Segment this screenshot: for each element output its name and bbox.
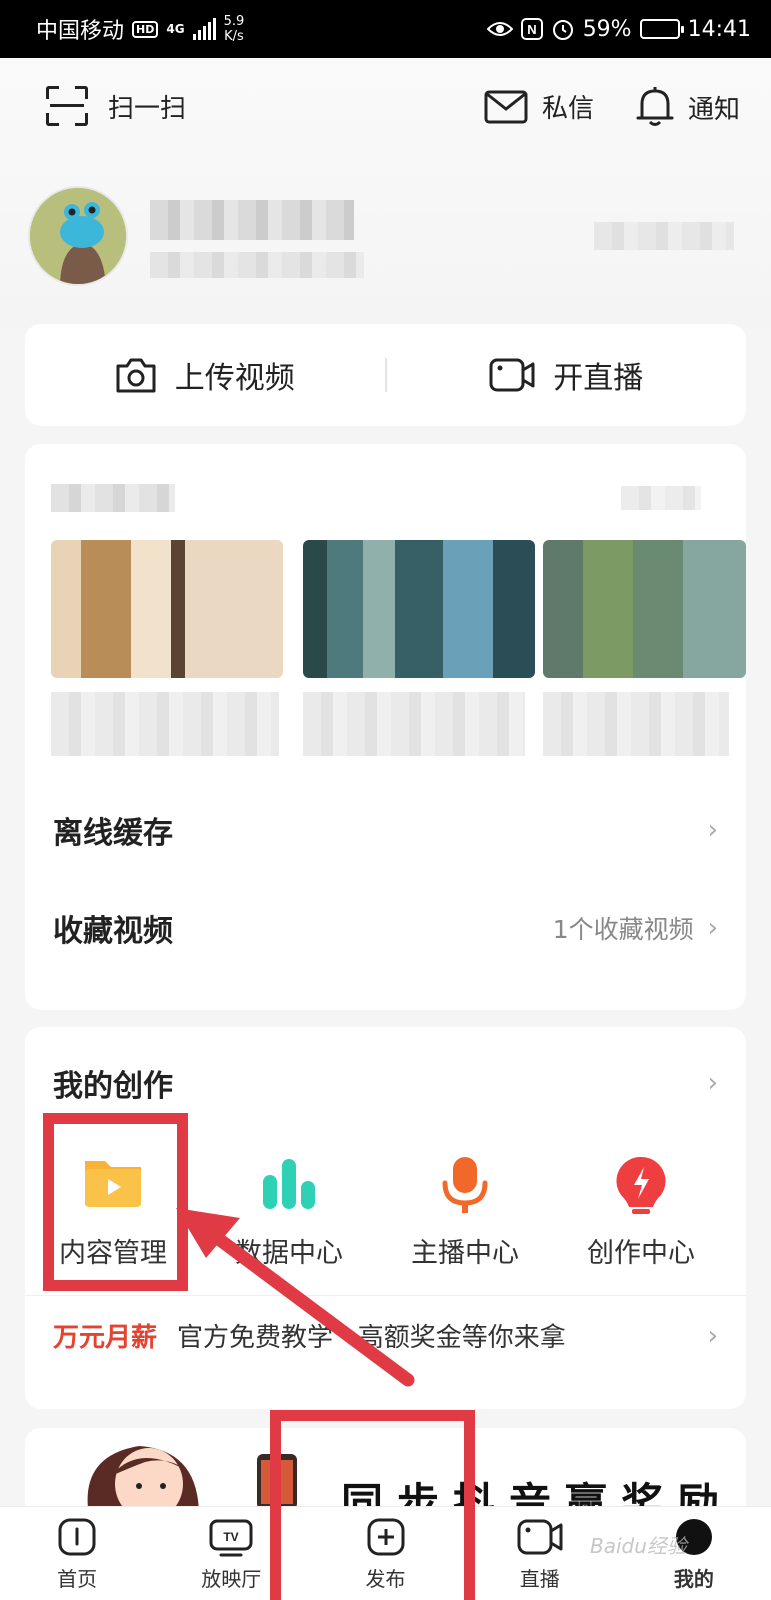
username-blurred: [150, 200, 354, 240]
offline-cache-right: ›: [708, 815, 718, 845]
scan-icon: [46, 86, 88, 126]
highlight-box-publish: [270, 1410, 475, 1600]
avatar-image: [30, 188, 126, 284]
message-label: 私信: [542, 94, 595, 124]
favorites-count: 1个收藏视频: [552, 915, 694, 944]
svg-text:TV: TV: [224, 1530, 239, 1544]
nav-label: 放映厅: [201, 1567, 262, 1591]
offline-cache-label: 离线缓存: [53, 816, 173, 851]
tv-icon: TV: [209, 1519, 253, 1557]
camera-icon: [116, 358, 156, 393]
chevron-right-icon: ›: [707, 913, 718, 943]
promo-text: 官方免费教学 高额奖金等你来拿: [177, 1323, 566, 1353]
battery-icon: [639, 19, 684, 39]
video-camera-icon: [489, 358, 535, 392]
bell-icon: [636, 87, 674, 126]
camera-icon: [517, 1519, 563, 1555]
scan-label: 扫一扫: [108, 93, 187, 124]
nav-home[interactable]: 首页: [0, 1507, 154, 1600]
watermark: Baidu经验: [590, 1534, 687, 1558]
user-stats-blurred: [150, 252, 364, 278]
history-caption-blurred: [303, 692, 525, 756]
history-more-blurred[interactable]: [621, 486, 701, 510]
clock: 14:41: [687, 16, 751, 42]
nav-label: 我的: [673, 1567, 714, 1591]
history-thumbnail[interactable]: [303, 540, 535, 678]
status-right: N 59% 14:41: [486, 16, 751, 42]
history-caption-blurred: [51, 692, 279, 756]
go-live-label: 开直播: [553, 361, 644, 396]
svg-text:N: N: [527, 22, 536, 37]
chevron-right-icon: ›: [707, 1068, 718, 1098]
favorites-label: 收藏视频: [53, 914, 173, 949]
promo-highlight: 万元月薪: [53, 1323, 158, 1353]
tool-label: 主播中心: [411, 1238, 519, 1269]
anchor-center-button[interactable]: 主播中心: [379, 1153, 551, 1270]
notification-label: 通知: [688, 94, 741, 125]
history-caption-blurred: [543, 692, 729, 756]
banner-illustration: [87, 1446, 199, 1508]
profile-link-blurred[interactable]: [594, 222, 734, 250]
envelope-icon: [484, 90, 528, 123]
creator-center-button[interactable]: 创作中心: [555, 1153, 727, 1270]
signal-icon: [192, 18, 216, 40]
hd-badge: HD: [132, 20, 159, 38]
promo-row[interactable]: 万元月薪 官方免费教学 高额奖金等你来拿 ›: [25, 1295, 746, 1375]
status-left: 中国移动 HD 4G 5.9 K/s: [36, 13, 244, 45]
carrier-name: 中国移动: [36, 19, 125, 44]
message-button[interactable]: 私信: [484, 88, 594, 125]
favorites-right: 1个收藏视频 ›: [553, 910, 718, 946]
battery-percent: 59%: [582, 16, 632, 42]
quick-actions-card: 上传视频 开直播: [25, 324, 746, 426]
nav-label: 直播: [519, 1567, 560, 1591]
chevron-right-icon: ›: [707, 815, 718, 845]
my-creation-title: 我的创作: [53, 1069, 173, 1104]
history-title-blurred: [51, 484, 175, 512]
alarm-icon: [552, 20, 573, 40]
top-bar: 扫一扫 私信 通知: [0, 58, 771, 158]
tool-label: 创作中心: [587, 1238, 695, 1269]
lightning-bulb-icon: [609, 1153, 673, 1217]
avatar[interactable]: [28, 186, 128, 286]
notification-button[interactable]: 通知: [636, 86, 740, 128]
favorites-row[interactable]: 收藏视频 1个收藏视频 ›: [25, 888, 746, 968]
scan-button[interactable]: 扫一扫: [46, 86, 186, 126]
library-card: 离线缓存 › 收藏视频 1个收藏视频 ›: [25, 444, 746, 1010]
nav-label: 首页: [57, 1567, 98, 1591]
history-thumbnail[interactable]: [51, 540, 283, 678]
network-speed: 5.9 K/s: [223, 14, 245, 44]
my-creation-header[interactable]: 我的创作 ›: [25, 1043, 746, 1123]
go-live-button[interactable]: 开直播: [387, 353, 747, 397]
network-type: 4G: [166, 22, 185, 36]
upload-video-button[interactable]: 上传视频: [25, 353, 385, 397]
bar-chart-icon: [257, 1153, 321, 1217]
microphone-icon: [433, 1153, 497, 1217]
status-bar: 中国移动 HD 4G 5.9 K/s N 59% 14:41: [0, 0, 771, 58]
upload-video-label: 上传视频: [174, 361, 295, 396]
home-icon: [58, 1518, 96, 1556]
highlight-box-content-management: [43, 1113, 188, 1291]
nfc-icon: N: [520, 18, 543, 40]
offline-cache-row[interactable]: 离线缓存 ›: [25, 790, 746, 870]
history-thumbnail[interactable]: [543, 540, 746, 678]
data-center-button[interactable]: 数据中心: [203, 1153, 375, 1270]
chevron-right-icon: ›: [707, 1320, 718, 1351]
eye-icon: [486, 22, 513, 36]
tool-label: 数据中心: [235, 1238, 343, 1269]
